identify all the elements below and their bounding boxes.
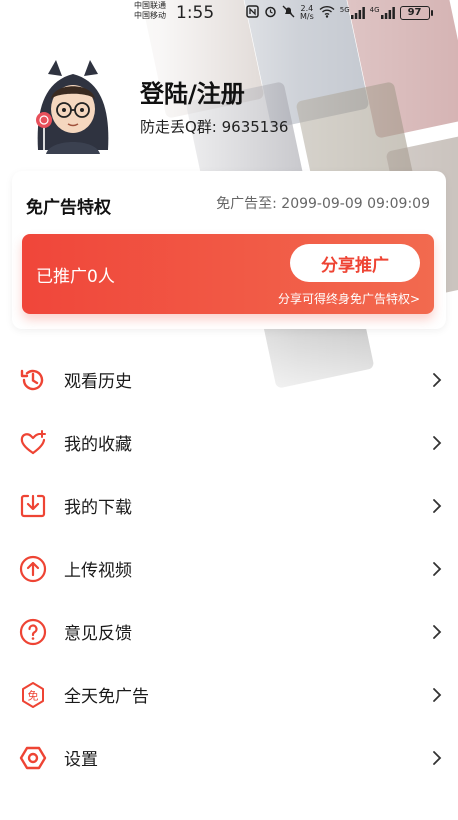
menu-item-settings[interactable]: 设置 (0, 726, 458, 789)
chevron-right-icon (432, 561, 442, 577)
signal-1: 5G (340, 7, 365, 19)
clock: 1:55 (176, 3, 215, 23)
menu-item-favorites[interactable]: 我的收藏 (0, 411, 458, 474)
menu-item-label: 上传视频 (64, 561, 132, 581)
ad-free-icon: 免 (18, 680, 48, 710)
login-register-link[interactable]: 登陆/注册 (140, 74, 245, 109)
menu-item-label: 我的收藏 (64, 435, 132, 455)
status-bar: 中国联通 中国移动 1:55 2.4 M/s 5G 4G 97 (0, 0, 458, 28)
settings-menu: 观看历史 我的收藏 我的下载 上传视频 意见反馈 免 全天免广告 设置 (0, 348, 458, 789)
carrier-labels: 中国联通 中国移动 (134, 1, 166, 21)
carrier-2: 中国移动 (134, 11, 166, 20)
favorite-heart-icon (18, 428, 48, 458)
chevron-right-icon (432, 624, 442, 640)
chevron-right-icon (432, 435, 442, 451)
net-speed: 2.4 M/s (300, 4, 314, 21)
share-promote-button[interactable]: 分享推广 (290, 244, 420, 282)
nfc-icon (246, 5, 259, 21)
chevron-right-icon (432, 687, 442, 703)
feedback-question-icon (18, 617, 48, 647)
menu-item-ad-free[interactable]: 免 全天免广告 (0, 663, 458, 726)
avatar[interactable] (30, 54, 116, 154)
card-title: 免广告特权 (26, 198, 111, 218)
menu-item-feedback[interactable]: 意见反馈 (0, 600, 458, 663)
chevron-right-icon (432, 498, 442, 514)
chevron-right-icon (432, 750, 442, 766)
battery-level: 97 (399, 6, 430, 20)
signal-2: 4G (370, 7, 395, 19)
battery-indicator: 97 (399, 6, 433, 20)
chevron-right-icon (432, 372, 442, 388)
download-icon (18, 491, 48, 521)
share-hint-link[interactable]: 分享可得终身免广告特权> (278, 290, 420, 307)
menu-item-label: 设置 (64, 750, 98, 770)
settings-icon (18, 743, 48, 773)
qq-group-text: 防走丢Q群: 9635136 (140, 118, 289, 136)
promotion-banner: 已推广0人 分享推广 分享可得终身免广告特权> (22, 234, 434, 314)
mute-bell-icon (282, 5, 295, 21)
svg-text:免: 免 (28, 688, 39, 702)
carrier-1: 中国联通 (134, 1, 166, 10)
menu-item-label: 意见反馈 (64, 624, 132, 644)
menu-item-label: 全天免广告 (64, 687, 149, 707)
menu-item-downloads[interactable]: 我的下载 (0, 474, 458, 537)
menu-item-upload-video[interactable]: 上传视频 (0, 537, 458, 600)
alarm-icon (264, 5, 277, 21)
promotion-count: 已推广0人 (36, 267, 115, 287)
history-icon (18, 365, 48, 395)
menu-item-label: 我的下载 (64, 498, 132, 518)
status-icons: 2.4 M/s 5G 4G 97 (246, 5, 433, 21)
menu-item-watch-history[interactable]: 观看历史 (0, 348, 458, 411)
wifi-icon (319, 5, 335, 21)
menu-item-label: 观看历史 (64, 372, 132, 392)
ad-free-privilege-card: 免广告特权 免广告至: 2099-09-09 09:09:09 已推广0人 分享… (12, 171, 446, 329)
upload-icon (18, 554, 48, 584)
ad-free-expiry: 免广告至: 2099-09-09 09:09:09 (216, 196, 430, 212)
